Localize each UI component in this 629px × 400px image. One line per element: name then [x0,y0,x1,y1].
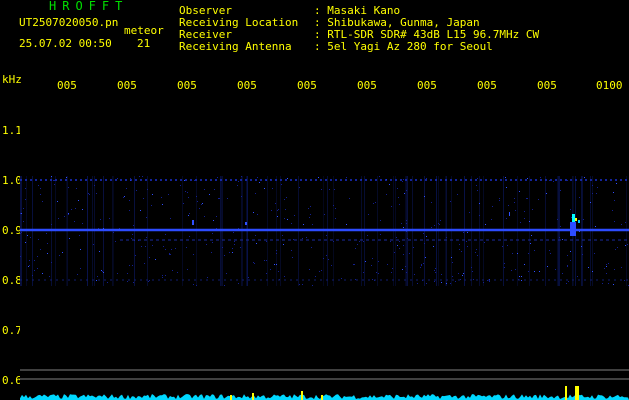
info-antenna-value: : 5el Yagi Az 280 for Seoul [314,40,493,53]
x-tick-6: 005 [357,80,377,91]
spectrogram [20,96,629,400]
x-tick-5: 005 [297,80,317,91]
x-tick-10: 0100 [596,80,623,91]
x-tick-3: 005 [177,80,197,91]
x-tick-2: 005 [117,80,137,91]
meteor-label: meteor [124,24,164,37]
x-tick-7: 005 [417,80,437,91]
y-tick-0-8: 0.8 [2,274,22,287]
x-tick-4: 005 [237,80,257,91]
x-tick-9: 005 [537,80,557,91]
y-tick-1-0: 1.0 [2,174,22,187]
y-axis-unit: kHz [2,73,22,86]
file-name: UT2507020050.pn [19,16,119,29]
x-tick-8: 005 [477,80,497,91]
y-tick-0-9: 0.9 [2,224,22,237]
meteor-count: 21 [137,37,151,50]
datetime: 25.07.02 00:50 [19,37,112,50]
info-antenna-key: Receiving Antenna [179,40,292,53]
x-tick-1: 005 [57,80,77,91]
y-tick-1-1: 1.1 [2,124,22,137]
y-tick-0-7: 0.7 [2,324,22,337]
app-name: HROFFT [49,0,129,13]
y-tick-0-6: 0.6 [2,374,22,387]
